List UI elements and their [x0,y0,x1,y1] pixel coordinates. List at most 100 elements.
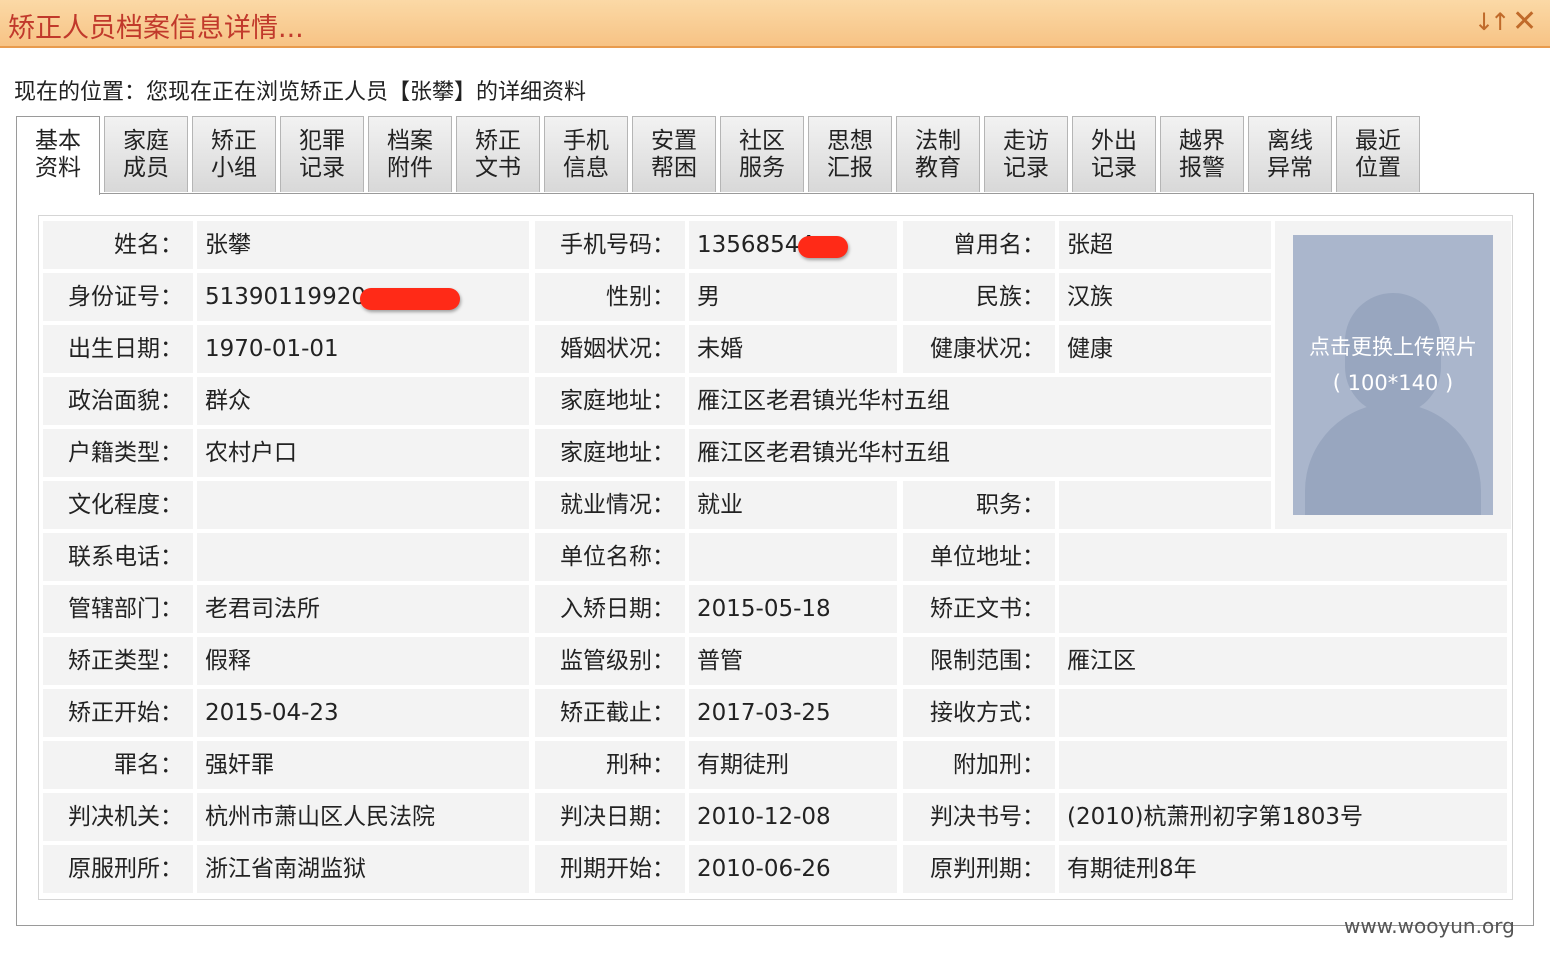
tab-13[interactable]: 外出 记录 [1072,116,1156,192]
field-label: 刑期开始： [535,845,685,893]
detail-panel: 点击更换上传照片 ( 100*140 ) 姓名： 张攀 手机号码： 13568544 曾… [16,193,1534,926]
tab-label-line1: 矫正 [475,128,521,154]
tab-4[interactable]: 犯罪 记录 [280,116,364,192]
tab-9[interactable]: 社区 服务 [720,116,804,192]
field-value: 2015-04-23 [197,689,529,737]
field-value: 强奸罪 [197,741,529,789]
tab-label-line2: 汇报 [827,155,873,181]
field-value: 有期徒刑 [689,741,897,789]
photo-cell: 点击更换上传照片 ( 100*140 ) [1275,221,1511,529]
tab-16[interactable]: 最近 位置 [1336,116,1420,192]
field-label: 管辖部门： [43,585,193,633]
field-value [197,533,529,581]
tab-15[interactable]: 离线 异常 [1248,116,1332,192]
field-value: 普管 [689,637,897,685]
field-value: 杭州市萧山区人民法院 [197,793,529,841]
field-label: 附加刑： [903,741,1055,789]
field-label: 罪名： [43,741,193,789]
tab-label-line2: 异常 [1267,155,1313,181]
tab-label-line1: 法制 [915,128,961,154]
tab-label-line2: 记录 [1091,155,1137,181]
watermark: www.wooyun.org [1344,914,1515,938]
field-label: 矫正开始： [43,689,193,737]
field-label: 曾用名： [903,221,1055,269]
redaction-mark [798,236,848,258]
field-label: 婚姻状况： [535,325,685,373]
tab-label-line1: 安置 [651,128,697,154]
field-value [1059,689,1507,737]
field-label: 单位地址： [903,533,1055,581]
tab-3[interactable]: 矫正 小组 [192,116,276,192]
photo-upload[interactable]: 点击更换上传照片 ( 100*140 ) [1293,235,1493,515]
field-label: 原判刑期： [903,845,1055,893]
field-value [1059,533,1507,581]
field-label: 矫正类型： [43,637,193,685]
field-value: 群众 [197,377,529,425]
field-value: 雁江区老君镇光华村五组 [689,429,1271,477]
redaction-mark [360,288,460,310]
tab-label-line1: 离线 [1267,128,1313,154]
tab-label-line2: 记录 [1003,155,1049,181]
tab-label-line2: 位置 [1355,155,1401,181]
field-label: 判决机关： [43,793,193,841]
field-value: 2017-03-25 [689,689,897,737]
tab-label-line2: 报警 [1179,155,1225,181]
field-label: 户籍类型： [43,429,193,477]
avatar-bust-silhouette [1305,403,1481,515]
field-label: 限制范围： [903,637,1055,685]
tab-label-line1: 走访 [1003,128,1049,154]
field-value: 雁江区老君镇光华村五组 [689,377,1271,425]
field-label: 手机号码： [535,221,685,269]
field-value: 老君司法所 [197,585,529,633]
tab-11[interactable]: 法制 教育 [896,116,980,192]
field-label: 文化程度： [43,481,193,529]
field-label: 政治面貌： [43,377,193,425]
tab-12[interactable]: 走访 记录 [984,116,1068,192]
tab-label-line1: 越界 [1179,128,1225,154]
tab-label-line2: 小组 [211,155,257,181]
field-label: 矫正截止： [535,689,685,737]
sort-icon[interactable]: ↓↑ [1474,4,1510,40]
tab-label-line2: 信息 [563,155,609,181]
tab-7[interactable]: 手机 信息 [544,116,628,192]
field-label: 刑种： [535,741,685,789]
tab-label-line1: 思想 [827,128,873,154]
tab-label-line1: 最近 [1355,128,1401,154]
tab-label-line1: 犯罪 [299,128,345,154]
field-value [197,481,529,529]
field-label: 职务： [903,481,1055,529]
tab-label-line1: 基本 [35,128,81,154]
close-icon[interactable]: ✕ [1512,4,1537,40]
tab-label-line2: 资料 [35,155,81,181]
tab-2[interactable]: 家庭 成员 [104,116,188,192]
tab-label-line2: 记录 [299,155,345,181]
field-value [1059,481,1271,529]
tab-1[interactable]: 基本 资料 [16,116,100,195]
field-value: (2010)杭萧刑初字第1803号 [1059,793,1507,841]
field-value: 未婚 [689,325,897,373]
field-label: 单位名称： [535,533,685,581]
window-title: 矫正人员档案信息详情... [8,13,304,44]
field-value: 13568544 [689,221,897,269]
tab-label-line2: 服务 [739,155,785,181]
field-label: 入矫日期： [535,585,685,633]
tab-label-line2: 文书 [475,155,521,181]
field-label: 身份证号： [43,273,193,321]
tab-label-line1: 家庭 [123,128,169,154]
field-value: 农村户口 [197,429,529,477]
field-value: 汉族 [1059,273,1271,321]
breadcrumb: 现在的位置：您现在正在浏览矫正人员【张攀】的详细资料 [14,80,587,105]
photo-size-hint: ( 100*140 ) [1332,371,1454,395]
field-value [1059,741,1507,789]
tab-5[interactable]: 档案 附件 [368,116,452,192]
tab-10[interactable]: 思想 汇报 [808,116,892,192]
field-label: 联系电话： [43,533,193,581]
tab-6[interactable]: 矫正 文书 [456,116,540,192]
field-label: 判决书号： [903,793,1055,841]
window-titlebar: 矫正人员档案信息详情... ↓↑ ✕ [0,0,1550,48]
photo-upload-label: 点击更换上传照片 [1309,335,1477,359]
field-value: 2015-05-18 [689,585,897,633]
tab-14[interactable]: 越界 报警 [1160,116,1244,192]
tab-8[interactable]: 安置 帮困 [632,116,716,192]
field-label: 判决日期： [535,793,685,841]
